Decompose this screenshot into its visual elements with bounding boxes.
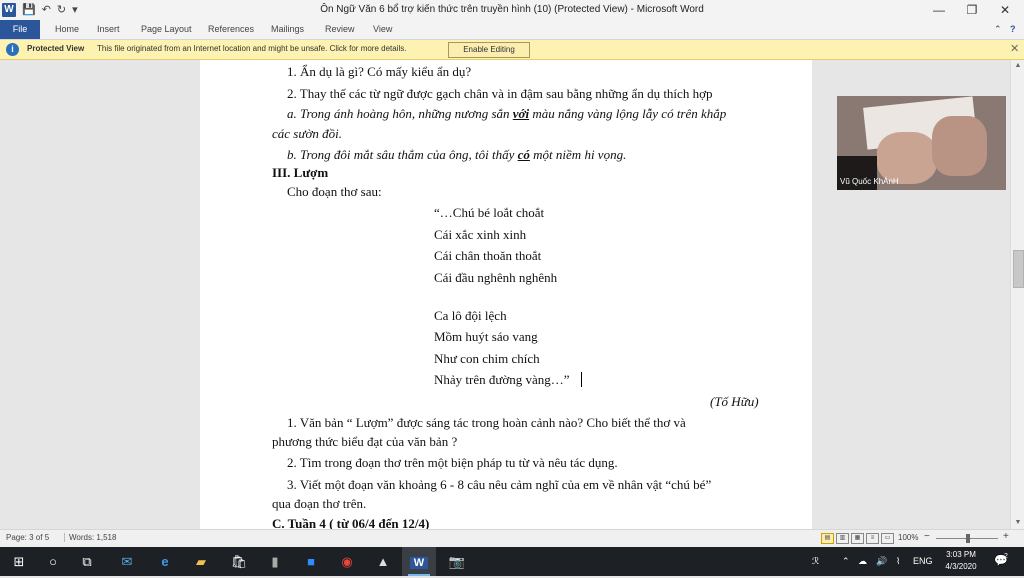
notification-count: 2	[1004, 553, 1008, 560]
document-page[interactable]: 1. Ẩn dụ là gì? Có mấy kiểu ẩn dụ? 2. Th…	[200, 60, 812, 529]
author-credit: (Tố Hữu)	[710, 394, 759, 409]
example-line: các sườn đồi.	[272, 126, 342, 141]
poem-line: Mồm huýt sáo vang	[434, 329, 538, 344]
poem-line: Nhảy trên đường vàng…”	[434, 372, 570, 387]
help-icon[interactable]: ?	[1010, 20, 1016, 39]
section-heading: III. Lượm	[272, 165, 329, 180]
page-count[interactable]: Page: 3 of 5	[6, 533, 49, 542]
scroll-down-icon[interactable]: ▼	[1011, 517, 1024, 529]
poem-line: Cái xắc xinh xinh	[434, 227, 527, 242]
enable-editing-button[interactable]: Enable Editing	[448, 42, 530, 58]
example-line: a. Trong ánh hoàng hôn, những nương sắn …	[287, 106, 726, 122]
question-line: 2. Thay thế các từ ngữ được gạch chân và…	[287, 86, 713, 101]
question-line: 2. Tìm trong đoạn thơ trên một biện pháp…	[287, 455, 618, 470]
text-span: một niềm hi vọng.	[529, 147, 627, 162]
zoom-out-button[interactable]: −	[924, 531, 930, 542]
title-bar: W 💾 ↶ ↻ ▾ Ôn Ngữ Văn 6 bổ trợ kiến thức …	[0, 0, 1024, 20]
clock[interactable]: 3:03 PM 4/3/2020	[934, 549, 988, 573]
close-button[interactable]: ✕	[988, 0, 1022, 20]
clock-time: 3:03 PM	[946, 550, 976, 559]
close-icon[interactable]: ✕	[1010, 42, 1019, 55]
chrome-icon[interactable]: ◉	[330, 547, 364, 576]
text-span: a. Trong ánh hoàng hôn, những nương sắn	[287, 106, 513, 121]
poem-line: Ca lô đội lệch	[434, 308, 507, 323]
tab-page-layout[interactable]: Page Layout	[141, 20, 192, 39]
shield-icon: i	[6, 43, 19, 56]
bold-underlined-word: với	[512, 106, 530, 121]
zoom-icon[interactable]: ■	[294, 547, 328, 576]
start-icon[interactable]: ⊞	[2, 547, 36, 576]
language-indicator[interactable]: ENG	[913, 547, 933, 576]
tab-mailings[interactable]: Mailings	[271, 20, 304, 39]
scroll-up-icon[interactable]: ▲	[1011, 60, 1024, 72]
section-heading: C. Tuần 4 ( từ 06/4 đến 12/4)	[272, 516, 430, 529]
camera-icon[interactable]: 📷	[440, 547, 474, 576]
scrollbar-thumb[interactable]	[1013, 250, 1024, 288]
text-span: màu nắng vàng lộng lẫy có trên khắp	[529, 106, 727, 121]
volume-icon[interactable]: 🔊	[876, 547, 887, 576]
participant-name: Vũ Quốc KhÁnH	[840, 177, 899, 186]
full-screen-reading-icon[interactable]: ▥	[836, 533, 849, 544]
poem-line: Cái chân thoăn thoắt	[434, 248, 542, 263]
text-span: b. Trong đôi mắt sâu thẳm của ông, tôi t…	[287, 147, 518, 162]
poem-line: Cái đầu nghênh nghênh	[434, 270, 558, 285]
question-line: qua đoạn thơ trên.	[272, 496, 367, 511]
search-icon[interactable]: ○	[36, 547, 70, 576]
zoom-level[interactable]: 100%	[898, 533, 918, 542]
outline-icon[interactable]: ≡	[866, 533, 879, 544]
network-icon[interactable]: ⌇	[896, 547, 900, 576]
tab-file[interactable]: File	[0, 20, 40, 39]
people-icon[interactable]: ℛ	[812, 547, 819, 576]
video-shape	[932, 116, 987, 176]
store-icon[interactable]: 🛍	[222, 547, 256, 576]
poem-line: Như con chim chích	[434, 351, 540, 366]
word-count[interactable]: Words: 1,518	[64, 533, 116, 542]
word-taskbar-icon[interactable]: W	[402, 547, 436, 576]
window-title: Ôn Ngữ Văn 6 bổ trợ kiến thức trên truyề…	[320, 4, 704, 15]
example-line: b. Trong đôi mắt sâu thẳm của ông, tôi t…	[287, 147, 626, 163]
text-cursor	[581, 372, 582, 387]
tab-insert[interactable]: Insert	[97, 20, 120, 39]
vertical-scrollbar[interactable]: ▲ ▼	[1010, 60, 1024, 529]
task-view-icon[interactable]: ⧉	[70, 547, 104, 576]
tab-review[interactable]: Review	[325, 20, 355, 39]
photos-icon[interactable]: ▲	[366, 547, 400, 576]
tab-view[interactable]: View	[373, 20, 392, 39]
intro-line: Cho đoạn thơ sau:	[287, 184, 382, 199]
ribbon-tabs: File Home Insert Page Layout References …	[0, 20, 1024, 40]
minimize-button[interactable]: —	[922, 0, 956, 20]
tab-home[interactable]: Home	[55, 20, 79, 39]
zoom-slider-thumb[interactable]	[966, 534, 970, 543]
question-line: 1. Văn bản “ Lượm” được sáng tác trong h…	[287, 415, 686, 430]
status-bar: Page: 3 of 5 Words: 1,518 ▤ ▥ ▦ ≡ ▭ 100%…	[0, 529, 1024, 547]
question-line: phương thức biểu đạt của văn bản ?	[272, 434, 458, 449]
zoom-in-button[interactable]: +	[1003, 531, 1009, 542]
clock-date: 4/3/2020	[945, 562, 977, 571]
tab-references[interactable]: References	[208, 20, 254, 39]
draft-icon[interactable]: ▭	[881, 533, 894, 544]
ribbon-collapse-icon[interactable]: ⌃	[994, 20, 1002, 39]
web-layout-icon[interactable]: ▦	[851, 533, 864, 544]
onedrive-icon[interactable]: ☁	[858, 547, 867, 576]
protected-view-title: Protected View	[27, 44, 85, 53]
protected-view-bar[interactable]: i Protected View This file originated fr…	[0, 40, 1024, 60]
mail-icon[interactable]: ✉	[110, 547, 144, 576]
taskbar: ⊞ ○ ⧉ ✉ e ▰ 🛍 ▮ ■ ◉ ▲ W 📷 ℛ ⌃ ☁ 🔊 ⌇ ENG …	[0, 547, 1024, 576]
video-call-overlay[interactable]: Vũ Quốc KhÁnH	[837, 96, 1006, 190]
file-explorer-icon[interactable]: ▰	[184, 547, 218, 576]
question-line: 3. Viết một đoạn văn khoảng 6 - 8 câu nê…	[287, 477, 712, 492]
poem-line: “…Chú bé loắt choắt	[434, 205, 545, 220]
edge-icon[interactable]: e	[148, 547, 182, 576]
show-hidden-icons-icon[interactable]: ⌃	[842, 547, 850, 576]
question-line: 1. Ẩn dụ là gì? Có mấy kiểu ẩn dụ?	[287, 64, 472, 79]
print-layout-icon[interactable]: ▤	[821, 533, 834, 544]
phone-icon[interactable]: ▮	[258, 547, 292, 576]
protected-view-message[interactable]: This file originated from an Internet lo…	[97, 44, 407, 53]
bold-underlined-word: có	[517, 147, 530, 162]
restore-button[interactable]: ❐	[955, 0, 989, 20]
